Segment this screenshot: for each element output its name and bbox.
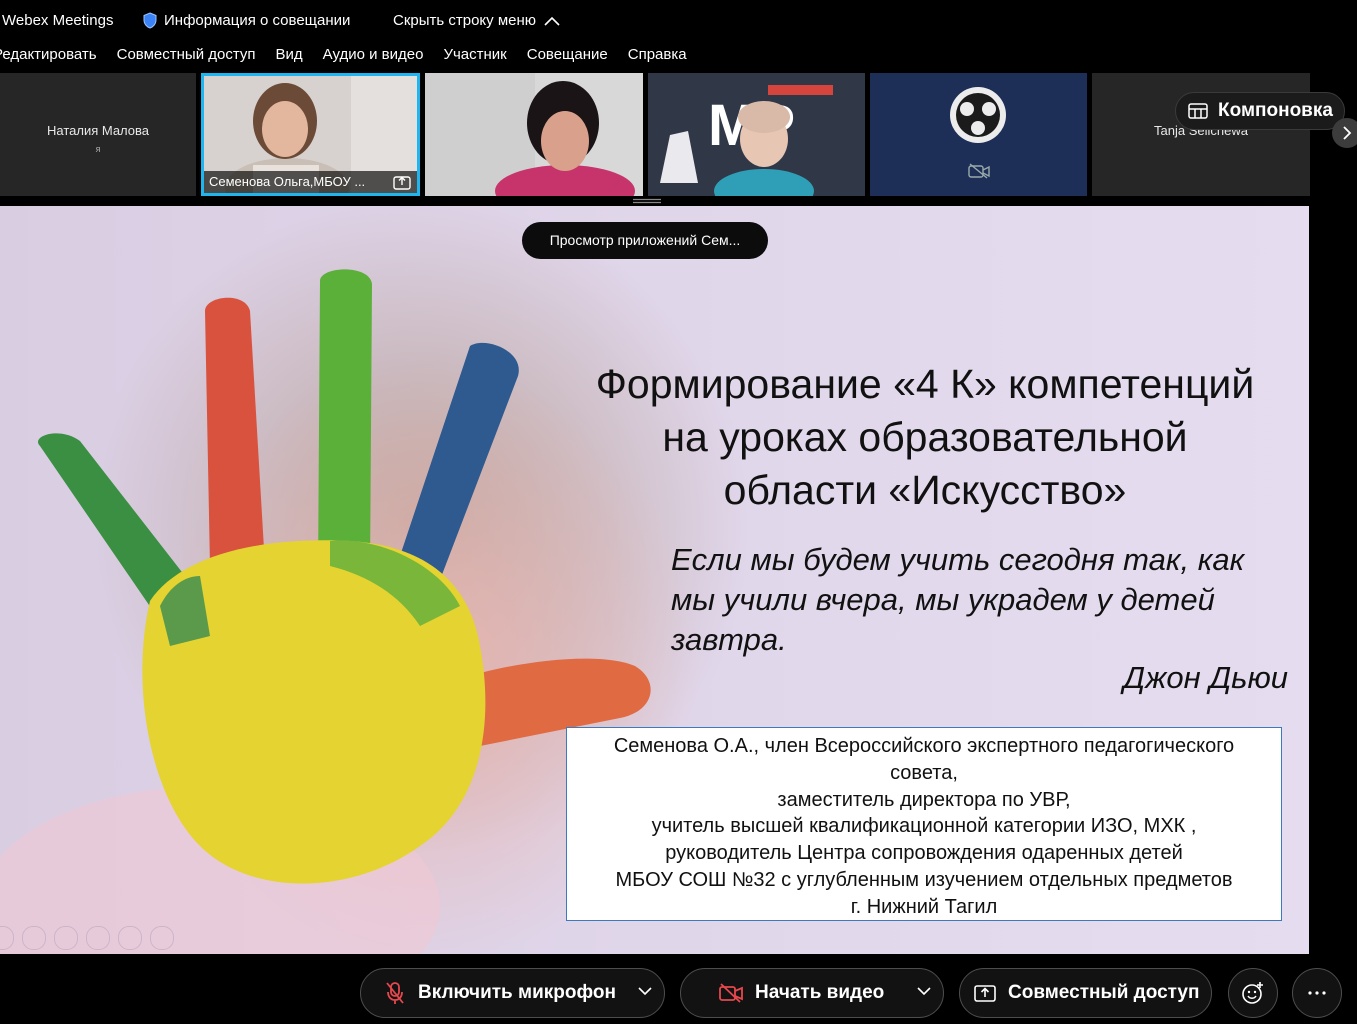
- slide-next-icon[interactable]: [22, 926, 46, 950]
- menu-audio-video[interactable]: Аудио и видео: [323, 46, 424, 70]
- participant-tile[interactable]: Наталия Малова я: [0, 73, 196, 196]
- app-title: Webex Meetings: [2, 12, 114, 29]
- info-line: МБОУ СОШ №32 с углубленным изучением отд…: [615, 868, 1233, 891]
- slide-title: Формирование «4 К» компетенций на уроках…: [560, 358, 1290, 517]
- participant-subname: я: [95, 144, 101, 154]
- participant-caption: Семенова Ольга,МБОУ ...: [204, 171, 417, 193]
- meeting-info-button[interactable]: Информация о совещании: [142, 12, 350, 29]
- more-horizontal-icon: [1308, 991, 1326, 995]
- info-line: г. Нижний Тагил: [850, 895, 998, 918]
- slide-quote: Если мы будем учить сегодня так, как мы …: [671, 540, 1296, 660]
- speaker-info-box: Семенова О.А., член Всероссийского экспе…: [566, 727, 1282, 921]
- hide-menu-bar-button[interactable]: Скрыть строку меню: [393, 12, 560, 29]
- menu-share[interactable]: Совместный доступ: [117, 46, 256, 70]
- more-icon[interactable]: [150, 926, 174, 950]
- participant-filmstrip: Наталия Малова я Семенова Ольга,МБОУ ...: [0, 73, 1357, 196]
- quote-line: мы учили вчера, мы украдем у детей: [671, 582, 1215, 617]
- layout-button[interactable]: Компоновка: [1175, 92, 1345, 130]
- menu-meeting[interactable]: Совещание: [527, 46, 608, 70]
- participant-tile[interactable]: [425, 73, 643, 196]
- quote-line: завтра.: [671, 622, 787, 657]
- participant-name: Семенова Ольга,МБОУ ...: [209, 174, 366, 189]
- start-video-label: Начать видео: [755, 982, 885, 1003]
- mic-muted-icon: [386, 982, 404, 1004]
- menu-bar: Редактировать Совместный доступ Вид Ауди…: [0, 46, 707, 70]
- shield-icon: [143, 12, 157, 29]
- meeting-controls: Включить микрофон Начать видео Совместны…: [0, 956, 1357, 1024]
- quote-author: Джон Дьюи: [1123, 660, 1288, 695]
- info-line: учитель высшей квалификационной категори…: [651, 815, 1197, 838]
- chevron-right-icon: [1343, 126, 1352, 140]
- unmute-button[interactable]: Включить микрофон: [360, 968, 665, 1018]
- menu-help[interactable]: Справка: [628, 46, 687, 70]
- participant-name: Наталия Малова: [46, 123, 150, 138]
- slides-grid-icon[interactable]: [86, 926, 110, 950]
- meeting-info-label: Информация о совещании: [164, 12, 351, 29]
- view-applications-pill[interactable]: Просмотр приложений Сем...: [522, 222, 768, 259]
- layout-label: Компоновка: [1218, 100, 1333, 121]
- pen-icon[interactable]: [54, 926, 78, 950]
- smiley-icon: [1242, 982, 1263, 1004]
- chevron-down-icon[interactable]: [638, 986, 652, 996]
- zoom-icon[interactable]: [118, 926, 142, 950]
- participant-tile[interactable]: MP: [648, 73, 865, 196]
- video-off-icon: [968, 163, 990, 179]
- resize-handle[interactable]: [632, 198, 662, 204]
- unmute-label: Включить микрофон: [418, 982, 616, 1003]
- right-panel-strip: [1309, 206, 1357, 954]
- title-bar: Webex Meetings Информация о совещании Ск…: [0, 0, 1357, 42]
- slide-title-line: на уроках образовательной: [662, 414, 1188, 460]
- share-content-label: Совместный доступ: [1008, 982, 1200, 1003]
- slide-title-line: Формирование «4 К» компетенций: [595, 361, 1255, 407]
- participant-video: MP: [648, 73, 865, 196]
- more-options-button[interactable]: [1292, 968, 1342, 1018]
- chevron-up-icon: [544, 16, 560, 26]
- participant-tile-active[interactable]: Семенова Ольга,МБОУ ...: [201, 73, 420, 196]
- slide-title-line: области «Искусство»: [723, 467, 1127, 513]
- share-content-button[interactable]: Совместный доступ: [959, 968, 1212, 1018]
- start-video-button[interactable]: Начать видео: [680, 968, 944, 1018]
- hide-menu-label: Скрыть строку меню: [393, 12, 537, 29]
- shared-content: Просмотр приложений Сем... Формирование …: [0, 206, 1309, 954]
- info-line: заместитель директора по УВР,: [777, 788, 1071, 811]
- participant-tile[interactable]: [870, 73, 1087, 196]
- filmstrip-next-button[interactable]: [1332, 118, 1357, 148]
- quote-line: Если мы будем учить сегодня так, как: [671, 542, 1245, 577]
- video-muted-icon: [719, 983, 743, 1003]
- info-line: руководитель Центра сопровождения одарен…: [665, 842, 1183, 865]
- layout-icon: [1188, 103, 1208, 119]
- slide-prev-icon[interactable]: [0, 926, 14, 950]
- info-line: совета,: [890, 761, 958, 784]
- reactions-button[interactable]: [1228, 968, 1278, 1018]
- menu-participant[interactable]: Участник: [443, 46, 506, 70]
- slide-toolbar: [0, 926, 174, 952]
- sharing-icon: [393, 176, 411, 190]
- participant-video: [425, 73, 643, 196]
- info-line: Семенова О.А., член Всероссийского экспе…: [613, 735, 1235, 757]
- share-screen-icon: [974, 985, 996, 1002]
- chevron-down-icon[interactable]: [917, 986, 931, 996]
- menu-edit[interactable]: Редактировать: [0, 46, 97, 70]
- menu-view[interactable]: Вид: [276, 46, 303, 70]
